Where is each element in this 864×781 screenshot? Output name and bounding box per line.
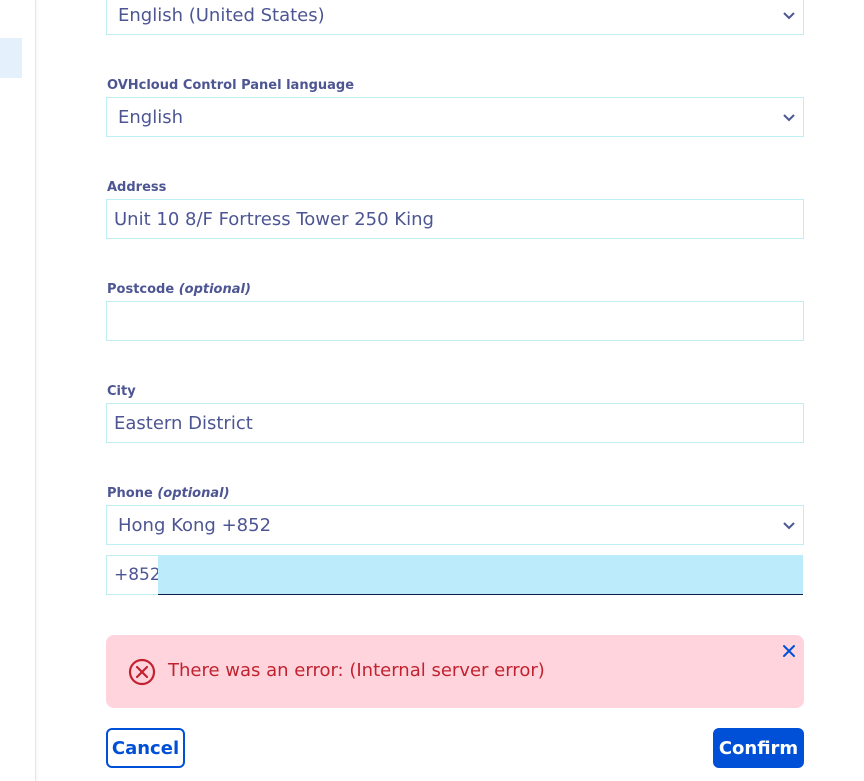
address-value: Unit 10 8/F Fortress Tower 250 King: [114, 208, 434, 230]
address-field[interactable]: Unit 10 8/F Fortress Tower 250 King: [106, 199, 804, 239]
error-message-box: There was an error: (Internal server err…: [106, 635, 804, 708]
error-circle-x-icon: [128, 658, 156, 686]
phone-optional-tag: (optional): [157, 486, 230, 501]
postcode-field[interactable]: [106, 301, 804, 341]
panel-language-label: OVHcloud Control Panel language: [107, 78, 355, 93]
phone-label: Phone (optional): [107, 486, 230, 501]
page: English (United States) OVHcloud Control…: [0, 0, 864, 781]
city-field[interactable]: Eastern District: [106, 403, 804, 443]
address-label: Address: [107, 180, 167, 195]
sidebar-active-item[interactable]: [0, 38, 22, 78]
postcode-label: Postcode (optional): [107, 282, 251, 297]
phone-country-value: Hong Kong +852: [118, 514, 272, 536]
sidebar: [0, 0, 36, 781]
cancel-button[interactable]: Cancel: [106, 728, 185, 768]
close-icon[interactable]: [782, 644, 796, 658]
panel-language-select[interactable]: English: [106, 97, 804, 137]
city-label: City: [107, 384, 136, 399]
chevron-down-icon: [783, 522, 795, 530]
phone-number-input[interactable]: [158, 555, 803, 595]
language-select-value: English (United States): [118, 4, 325, 26]
phone-prefix: +852: [106, 555, 161, 595]
city-value: Eastern District: [114, 412, 253, 434]
panel-language-value: English: [118, 106, 183, 128]
language-select[interactable]: English (United States): [106, 0, 804, 35]
error-message-text: There was an error: (Internal server err…: [168, 660, 545, 681]
confirm-button[interactable]: Confirm: [713, 728, 804, 768]
chevron-down-icon: [783, 12, 795, 20]
postcode-optional-tag: (optional): [178, 282, 251, 297]
chevron-down-icon: [783, 114, 795, 122]
phone-country-select[interactable]: Hong Kong +852: [106, 505, 804, 545]
